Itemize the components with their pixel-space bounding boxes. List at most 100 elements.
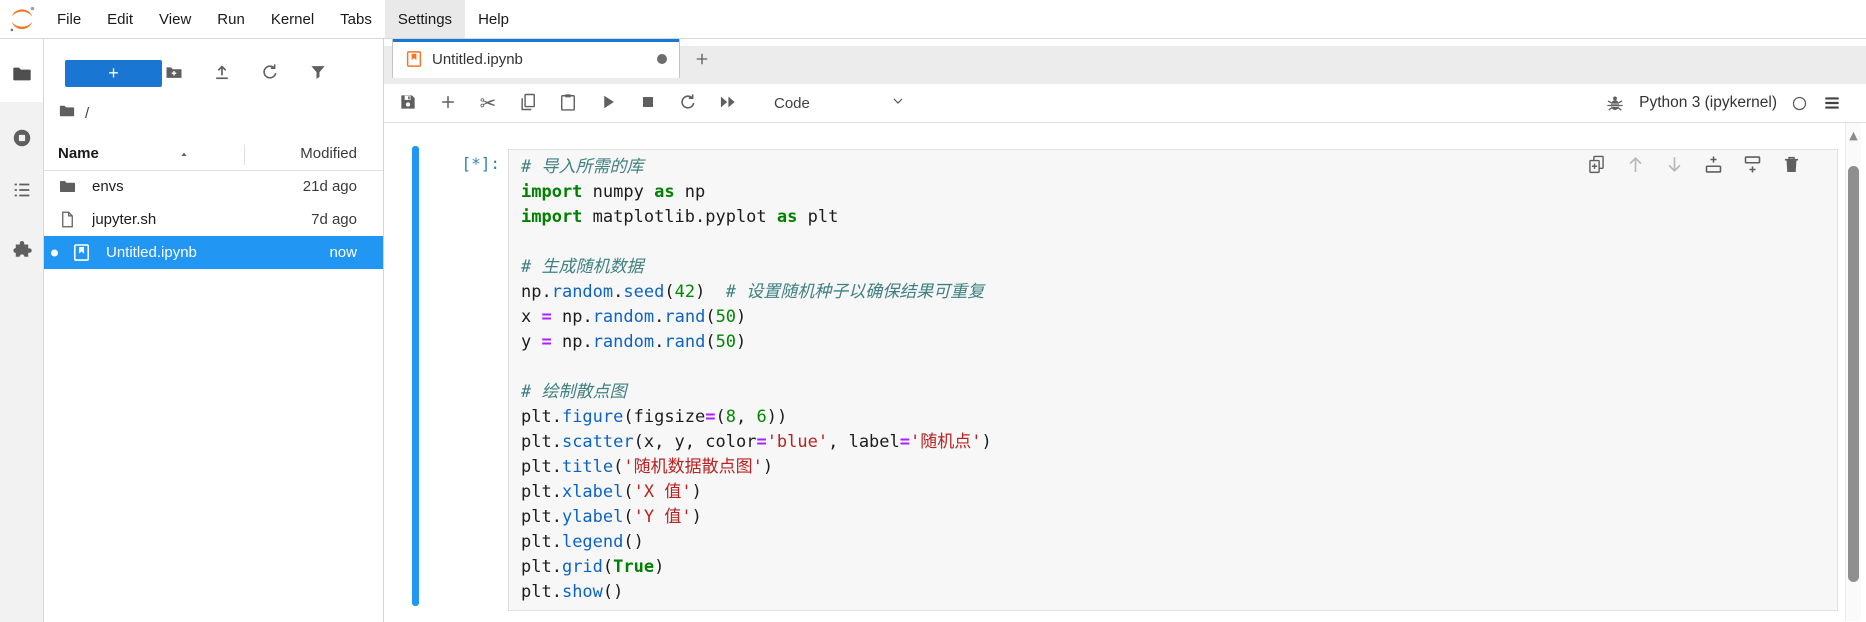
code-line: plt.figure(figsize=(8, 6)) [521, 405, 1607, 430]
code-line [521, 355, 1607, 380]
move-up-cell-button[interactable] [1624, 155, 1646, 177]
file-row-jupyter.sh[interactable]: jupyter.sh7d ago [44, 203, 383, 236]
upload-icon [212, 62, 232, 85]
delete-cell-button[interactable] [1780, 155, 1802, 177]
sidebar-tab-running-terminals-kernels[interactable] [0, 117, 43, 163]
upload-button[interactable] [210, 61, 234, 85]
refresh-button[interactable] [258, 61, 282, 85]
main-dock-panel: Untitled.ipynb ✂ Code Python 3 (ipykerne [384, 39, 1866, 622]
jupyterlab-window: { "menubar": { "items": [ {"label": "Fil… [0, 0, 1866, 622]
file-modified: now [329, 244, 357, 261]
file-row-Untitled.ipynb[interactable]: Untitled.ipynbnow [44, 236, 383, 269]
cell-execution-prompt: [*]: [414, 154, 500, 173]
tab-untitled-ipynb[interactable]: Untitled.ipynb [392, 39, 680, 78]
save-button[interactable] [396, 91, 420, 115]
code-line: import numpy as np [521, 180, 1607, 205]
new-launcher-button[interactable]: + [65, 60, 162, 87]
insert-below-cell-button[interactable] [1741, 155, 1763, 177]
fast-forward-button[interactable] [716, 91, 740, 115]
menu-file[interactable]: File [44, 0, 94, 38]
notebook-content: [*]: # 导入所需的库import numpy as npimport ma… [384, 123, 1866, 621]
notebook-icon [72, 243, 91, 262]
unsaved-dot [51, 249, 58, 256]
file-row-envs[interactable]: envs21d ago [44, 170, 383, 203]
folder-icon [58, 102, 85, 124]
bug-icon[interactable] [1605, 93, 1625, 113]
file-modified: 7d ago [311, 211, 357, 228]
code-line: y = np.random.rand(50) [521, 330, 1607, 355]
cell-collapser[interactable] [412, 146, 419, 606]
folder-icon [58, 177, 77, 196]
file-name: envs [92, 178, 303, 195]
file-browser-toolbar-icons [162, 61, 330, 85]
new-tab-button[interactable] [685, 44, 719, 73]
file-browser-panel: + / Name Modified envs21d agojupyter.sh7… [44, 39, 384, 622]
duplicate-cell-button[interactable] [1585, 155, 1607, 177]
add-cell-icon [438, 92, 458, 115]
filter-button[interactable] [306, 61, 330, 85]
activity-sidebar [0, 39, 44, 622]
code-line: # 绘制散点图 [521, 380, 1607, 405]
move-down-icon [1664, 154, 1685, 178]
code-cell-editor[interactable]: # 导入所需的库import numpy as npimport matplot… [508, 149, 1838, 611]
copy-button[interactable] [516, 91, 540, 115]
menu-view[interactable]: View [146, 0, 204, 38]
tab-dirty-dot[interactable] [657, 54, 667, 64]
cell-type-value: Code [774, 95, 810, 112]
file-list: envs21d agojupyter.sh7d agoUntitled.ipyn… [44, 170, 383, 269]
sort-caret-up-icon[interactable] [178, 148, 190, 160]
code-line: import matplotlib.pyplot as plt [521, 205, 1607, 230]
breadcrumb[interactable]: / [58, 101, 89, 125]
code-line: plt.scatter(x, y, color='blue', label='随… [521, 430, 1607, 455]
code-line: plt.show() [521, 580, 1607, 605]
cut-button[interactable]: ✂ [476, 91, 500, 115]
menu-tabs[interactable]: Tabs [327, 0, 385, 38]
menu-edit[interactable]: Edit [94, 0, 146, 38]
stop-button[interactable] [636, 91, 660, 115]
menu-items: FileEditViewRunKernelTabsSettingsHelp [44, 0, 522, 38]
kernel-status-icon[interactable] [1791, 95, 1808, 112]
code-line: plt.legend() [521, 530, 1607, 555]
breadcrumb-root[interactable]: / [85, 105, 89, 122]
cell-type-select[interactable]: Code [774, 89, 906, 117]
chevron-down-icon [890, 93, 906, 113]
code-line: # 导入所需的库 [521, 155, 1607, 180]
hamburger-menu-icon[interactable] [1822, 93, 1842, 113]
code-line: plt.title('随机数据散点图') [521, 455, 1607, 480]
restart-kernel-button[interactable] [676, 91, 700, 115]
paste-button[interactable] [556, 91, 580, 115]
notebook-toolbar-left: ✂ [396, 91, 756, 115]
new-folder-button[interactable] [162, 61, 186, 85]
folder-tab-icon [11, 63, 33, 90]
menu-settings[interactable]: Settings [385, 0, 465, 38]
file-modified: 21d ago [303, 178, 357, 195]
duplicate-icon [1586, 154, 1607, 178]
file-browser-toolbar: + [44, 58, 383, 88]
filter-icon [308, 62, 328, 85]
file-list-header: Name Modified [44, 141, 383, 171]
kernel-name[interactable]: Python 3 (ipykernel) [1639, 94, 1777, 112]
code-line: np.random.seed(42) # 设置随机种子以确保结果可重复 [521, 280, 1607, 305]
insert-below-icon [1742, 154, 1763, 178]
insert-above-cell-button[interactable] [1702, 155, 1724, 177]
column-header-modified[interactable]: Modified [300, 145, 357, 162]
menu-help[interactable]: Help [465, 0, 522, 38]
menu-kernel[interactable]: Kernel [258, 0, 327, 38]
sidebar-tab-extension-manager[interactable] [0, 229, 43, 275]
scrollbar-up-arrow[interactable]: ▲ [1846, 129, 1861, 142]
add-cell-button[interactable] [436, 91, 460, 115]
menu-run[interactable]: Run [204, 0, 258, 38]
fast-forward-icon [718, 92, 738, 115]
sidebar-tab-file-browser[interactable] [0, 53, 43, 99]
new-folder-icon [164, 62, 184, 85]
save-icon [398, 92, 418, 115]
vertical-scrollbar[interactable]: ▲ [1845, 123, 1861, 621]
column-header-name[interactable]: Name [58, 145, 99, 162]
move-down-cell-button[interactable] [1663, 155, 1685, 177]
copy-icon [518, 92, 538, 115]
run-button[interactable] [596, 91, 620, 115]
scrollbar-thumb[interactable] [1848, 166, 1859, 582]
sidebar-tab-table-of-contents[interactable] [0, 169, 43, 215]
move-up-icon [1625, 154, 1646, 178]
stop-icon [638, 92, 658, 115]
